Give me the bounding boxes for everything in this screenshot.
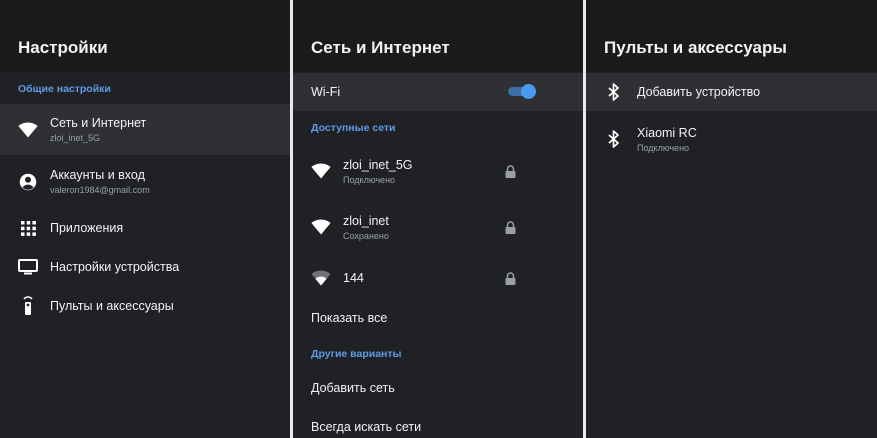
menu-item-apps-label: Приложения [50, 221, 124, 235]
menu-item-network-label: Сеть и Интернет [50, 116, 147, 130]
show-all-label: Показать все [311, 311, 388, 325]
apps-grid-icon [18, 218, 38, 238]
menu-item-accounts-sub: valeron1984@gmail.com [50, 185, 150, 195]
network-item[interactable]: zloi_inet Сохранено [293, 203, 583, 251]
menu-item-device-settings[interactable]: Настройки устройства [0, 247, 290, 287]
wifi-switch[interactable] [508, 84, 536, 99]
network-status: Сохранено [343, 230, 389, 241]
available-networks-label: Доступные сети [311, 122, 396, 134]
settings-title: Настройки [0, 0, 290, 72]
menu-item-accounts-label: Аккаунты и вход [50, 168, 145, 182]
lock-icon [503, 220, 517, 234]
account-icon [18, 172, 38, 192]
wifi-toggle-row[interactable]: Wi-Fi [293, 73, 583, 111]
wifi-label: Wi-Fi [311, 85, 341, 99]
add-device-label: Добавить устройство [637, 85, 761, 99]
bluetooth-icon [604, 82, 624, 102]
settings-panel: Настройки Общие настройки Сеть и Интерне… [0, 0, 290, 438]
menu-item-apps[interactable]: Приложения [0, 208, 290, 248]
general-settings-label: Общие настройки [18, 83, 111, 95]
remotes-panel: Пульты и аксессуары Добавить устройство … [586, 0, 877, 438]
wifi-signal-full-icon [311, 161, 331, 181]
add-network-label: Добавить сеть [311, 381, 395, 395]
lock-icon [503, 271, 517, 285]
always-scan-row[interactable]: Всегда искать сети [293, 410, 583, 438]
network-ssid: 144 [343, 271, 364, 285]
remote-control-icon [18, 296, 38, 316]
remotes-title: Пульты и аксессуары [586, 0, 877, 72]
bluetooth-icon [604, 129, 624, 149]
other-options-label: Другие варианты [311, 348, 402, 360]
add-network-button[interactable]: Добавить сеть [293, 370, 583, 406]
network-item[interactable]: 144 [293, 259, 583, 297]
wifi-signal-full-icon [311, 217, 331, 237]
menu-item-device-settings-label: Настройки устройства [50, 260, 180, 274]
wifi-icon [18, 120, 38, 140]
menu-item-network-sub: zloi_inet_5G [50, 133, 101, 143]
add-device-button[interactable]: Добавить устройство [586, 73, 877, 111]
show-all-button[interactable]: Показать все [293, 300, 583, 336]
network-ssid: zloi_inet_5G [343, 157, 413, 172]
device-status: Подключено [637, 142, 690, 153]
tv-settings-screen: Настройки Общие настройки Сеть и Интерне… [0, 0, 877, 438]
menu-item-remotes-label: Пульты и аксессуары [50, 299, 174, 313]
tv-icon [18, 257, 38, 277]
menu-item-network[interactable]: Сеть и Интернет zloi_inet_5G [0, 104, 290, 155]
menu-item-remotes[interactable]: Пульты и аксессуары [0, 286, 290, 326]
network-panel: Сеть и Интернет Wi-Fi Доступные сети zlo… [293, 0, 583, 438]
menu-item-accounts[interactable]: Аккаунты и вход valeron1984@gmail.com [0, 156, 290, 207]
device-name: Xiaomi RC [637, 125, 697, 140]
network-status: Подключено [343, 174, 396, 185]
lock-icon [503, 164, 517, 178]
network-ssid: zloi_inet [343, 213, 389, 228]
network-title: Сеть и Интернет [293, 0, 583, 72]
wifi-signal-weak-icon [311, 268, 331, 288]
device-item[interactable]: Xiaomi RC Подключено [586, 115, 877, 163]
always-scan-label: Всегда искать сети [311, 420, 422, 434]
network-item[interactable]: zloi_inet_5G Подключено [293, 147, 583, 195]
